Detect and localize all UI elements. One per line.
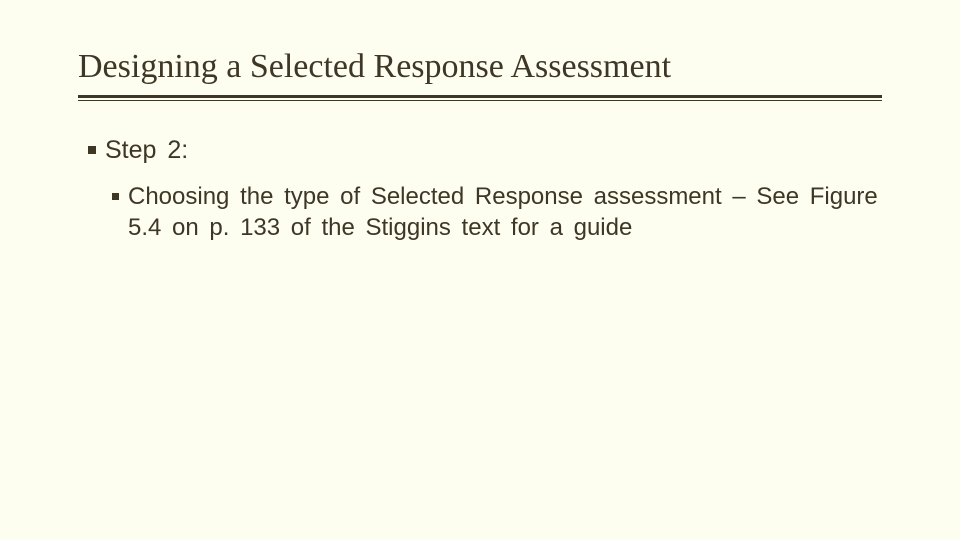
square-bullet-icon bbox=[88, 146, 96, 154]
title-rule bbox=[78, 95, 882, 101]
slide-body: Step 2: Choosing the type of Selected Re… bbox=[78, 135, 882, 243]
bullet-level-2-text: Choosing the type of Selected Response a… bbox=[128, 181, 882, 243]
bullet-level-2: Choosing the type of Selected Response a… bbox=[78, 181, 882, 243]
bullet-level-1-text: Step 2: bbox=[105, 135, 882, 166]
bullet-level-1: Step 2: bbox=[78, 135, 882, 166]
slide: Designing a Selected Response Assessment… bbox=[0, 0, 960, 540]
slide-title: Designing a Selected Response Assessment bbox=[78, 48, 882, 91]
square-bullet-icon bbox=[112, 193, 119, 200]
